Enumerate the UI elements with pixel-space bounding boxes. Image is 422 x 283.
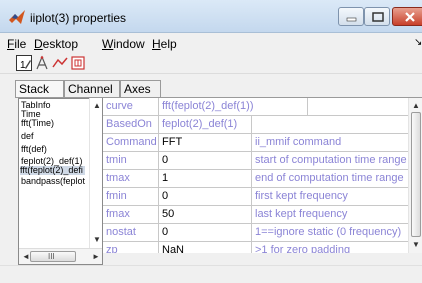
list-vertical-scrollbar[interactable]: ▲ ▼ (89, 98, 102, 248)
toolbar: 1 (0, 52, 422, 74)
list-item[interactable]: bandpass(feplot (21, 177, 85, 186)
property-name: curve (103, 98, 159, 116)
menu-help[interactable]: Help (152, 37, 177, 51)
scroll-right-arrow-icon[interactable]: ► (92, 253, 100, 261)
close-button[interactable] (392, 7, 422, 26)
line-tool-icon[interactable] (52, 55, 68, 71)
vertical-scroll-thumb[interactable] (411, 112, 421, 237)
list-item-selected[interactable]: fft(feplot(2)_defi (20, 166, 85, 175)
maximize-button[interactable] (364, 7, 390, 26)
scroll-grip: III (48, 252, 55, 261)
title-bar[interactable]: iiplot(3) properties (0, 0, 422, 33)
cursor-tool-icon[interactable] (34, 55, 50, 71)
list-item[interactable]: fft(Time) (21, 119, 54, 128)
scroll-up-arrow-icon[interactable]: ▲ (93, 102, 101, 110)
scroll-up-arrow-icon[interactable]: ▲ (412, 102, 420, 110)
table-vertical-scrollbar[interactable]: ▲ ▼ (408, 98, 422, 253)
property-desc (252, 116, 422, 134)
property-value[interactable]: feplot(2)_def(1) (159, 116, 252, 134)
svg-text:1: 1 (20, 60, 26, 71)
property-dropdown[interactable]: 0 ▼ (159, 224, 252, 242)
property-name: fmax (103, 206, 159, 224)
property-desc: end of computation time range (252, 170, 422, 188)
dropdown-value: 0 (162, 226, 169, 238)
minimize-button[interactable] (338, 7, 364, 26)
scroll-down-arrow-icon[interactable]: ▼ (412, 241, 420, 249)
menu-desktop[interactable]: Desktop (34, 37, 78, 51)
property-value[interactable]: 0 (159, 188, 252, 206)
property-name: tmax (103, 170, 159, 188)
matlab-logo-icon (9, 10, 25, 24)
list-item[interactable]: def (21, 132, 34, 141)
property-desc: 1==ignore static (0 frequency) (252, 224, 422, 242)
property-desc: start of computation time range (252, 152, 422, 170)
property-name: fmin (103, 188, 159, 206)
property-name: BasedOn (103, 116, 159, 134)
property-value[interactable]: 50 (159, 206, 252, 224)
pin-tool-icon[interactable] (70, 55, 86, 71)
menu-file[interactable]: File (7, 37, 26, 51)
property-desc: ii_mmif command (252, 134, 422, 152)
menu-bar: File Desktop Window Help ↘ (0, 34, 422, 52)
scroll-down-arrow-icon[interactable]: ▼ (93, 236, 101, 244)
property-name: tmin (103, 152, 159, 170)
tab-stack[interactable]: Stack (15, 80, 64, 98)
list-horizontal-scrollbar[interactable]: ◄ III ► (19, 248, 102, 264)
text-tool-icon[interactable]: 1 (16, 55, 32, 71)
property-table: curve fft(feplot(2)_def(1)) BasedOn fepl… (103, 98, 422, 253)
property-desc (252, 98, 422, 116)
scroll-left-arrow-icon[interactable]: ◄ (22, 253, 30, 261)
property-value[interactable]: FFT (159, 134, 252, 152)
tab-axes[interactable]: Axes (120, 80, 161, 98)
property-desc: last kept frequency (252, 206, 422, 224)
window-bottom-area (0, 265, 422, 283)
property-name: Command (103, 134, 159, 152)
property-value[interactable]: NaN (159, 242, 252, 253)
list-item[interactable]: fft(def) (21, 145, 47, 154)
properties-window: iiplot(3) properties File Desktop Window… (0, 0, 422, 283)
menu-window[interactable]: Window (102, 37, 145, 51)
property-value[interactable]: 1 (159, 170, 252, 188)
property-desc: >1 for zero padding (252, 242, 422, 253)
tab-channel[interactable]: Channel (64, 80, 120, 98)
property-desc: first kept frequency (252, 188, 422, 206)
property-name: zp (103, 242, 159, 253)
window-title: iiplot(3) properties (30, 11, 127, 25)
horizontal-scroll-thumb[interactable]: III (30, 251, 76, 262)
property-name: nostat (103, 224, 159, 242)
property-value[interactable]: 0 (159, 152, 252, 170)
menu-overflow-icon[interactable]: ↘ (414, 37, 422, 48)
